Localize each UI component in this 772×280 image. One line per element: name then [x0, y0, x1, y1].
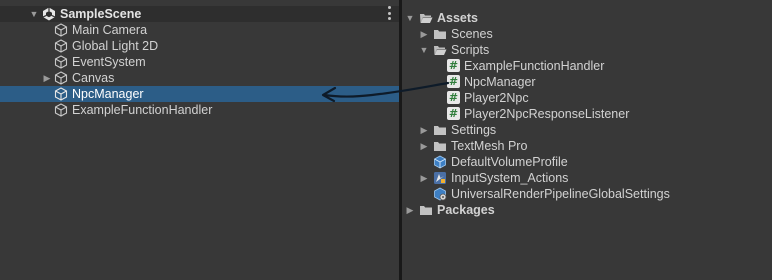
gameobject-cube-icon [54, 87, 68, 101]
chevron-right-icon[interactable]: ▶ [419, 141, 429, 151]
gameobject-cube-icon [54, 55, 68, 69]
folder-icon [434, 142, 446, 151]
folder-label: Scripts [451, 43, 490, 57]
folder-open-icon [420, 14, 433, 23]
hierarchy-item-label: NpcManager [72, 87, 144, 101]
scene-menu-icon[interactable] [387, 6, 391, 20]
folder-settings[interactable]: ▶ Settings [402, 122, 772, 138]
asset-urp-global-settings[interactable]: UniversalRenderPipelineGlobalSettings [402, 186, 772, 202]
hierarchy-item-main-camera[interactable]: Main Camera [0, 22, 399, 38]
gameobject-cube-icon [54, 71, 68, 85]
folder-packages[interactable]: ▶ Packages [402, 202, 772, 218]
asset-label: DefaultVolumeProfile [451, 155, 568, 169]
script-label: Player2NpcResponseListener [464, 107, 630, 121]
chevron-right-icon[interactable]: ▶ [419, 125, 429, 135]
input-actions-icon [434, 172, 446, 184]
asset-label: UniversalRenderPipelineGlobalSettings [451, 187, 670, 201]
csharp-script-icon: # [447, 59, 460, 72]
script-label: Player2Npc [464, 91, 529, 105]
volume-profile-icon [434, 155, 446, 169]
hierarchy-item-label: EventSystem [72, 55, 146, 69]
folder-textmesh-pro[interactable]: ▶ TextMesh Pro [402, 138, 772, 154]
script-example-function-handler[interactable]: # ExampleFunctionHandler [402, 58, 772, 74]
csharp-script-icon: # [447, 91, 460, 104]
script-npc-manager[interactable]: # NpcManager [402, 74, 772, 90]
folder-assets[interactable]: ▼ Assets [402, 10, 772, 26]
folder-open-icon [434, 46, 447, 55]
hierarchy-item-label: Canvas [72, 71, 115, 85]
folder-icon [434, 30, 446, 39]
project-panel: ▼ Assets ▶ Scenes ▼ Scripts # ExampleFun… [402, 0, 772, 280]
gameobject-cube-icon [54, 39, 68, 53]
hierarchy-item-global-light-2d[interactable]: Global Light 2D [0, 38, 399, 54]
hierarchy-item-event-system[interactable]: EventSystem [0, 54, 399, 70]
csharp-script-icon: # [447, 75, 460, 88]
chevron-right-icon[interactable]: ▶ [419, 29, 429, 39]
hierarchy-item-canvas[interactable]: ▶ Canvas [0, 70, 399, 86]
hierarchy-item-label: ExampleFunctionHandler [72, 103, 213, 117]
folder-icon [434, 126, 446, 135]
chevron-right-icon[interactable]: ▶ [419, 173, 429, 183]
hierarchy-item-npc-manager[interactable]: NpcManager [0, 86, 399, 102]
hierarchy-item-label: Main Camera [72, 23, 148, 37]
folder-label: TextMesh Pro [451, 139, 528, 153]
hierarchy-item-label: Global Light 2D [72, 39, 159, 53]
asset-label: InputSystem_Actions [451, 171, 569, 185]
script-player2npc-response-listener[interactable]: # Player2NpcResponseListener [402, 106, 772, 122]
chevron-down-icon[interactable]: ▼ [419, 45, 429, 55]
folder-label: Assets [437, 11, 478, 25]
csharp-script-icon: # [447, 107, 460, 120]
hierarchy-item-example-function-handler[interactable]: ExampleFunctionHandler [0, 102, 399, 118]
unity-scene-icon [42, 7, 56, 21]
asset-default-volume-profile[interactable]: DefaultVolumeProfile [402, 154, 772, 170]
script-player2npc[interactable]: # Player2Npc [402, 90, 772, 106]
folder-scenes[interactable]: ▶ Scenes [402, 26, 772, 42]
unity-editor: ▼ SampleScene Main Camera Global Light 2… [0, 0, 772, 280]
scene-row[interactable]: ▼ SampleScene [0, 6, 399, 22]
scene-name: SampleScene [60, 7, 142, 21]
script-label: ExampleFunctionHandler [464, 59, 605, 73]
gameobject-cube-icon [54, 23, 68, 37]
hierarchy-panel: ▼ SampleScene Main Camera Global Light 2… [0, 0, 399, 280]
chevron-right-icon[interactable]: ▶ [405, 205, 415, 215]
folder-label: Settings [451, 123, 497, 137]
folder-icon [420, 206, 432, 215]
folder-scripts[interactable]: ▼ Scripts [402, 42, 772, 58]
render-pipeline-settings-icon [434, 187, 447, 201]
script-label: NpcManager [464, 75, 536, 89]
chevron-down-icon[interactable]: ▼ [29, 9, 39, 19]
gameobject-cube-icon [54, 103, 68, 117]
folder-label: Scenes [451, 27, 493, 41]
asset-input-system-actions[interactable]: ▶ InputSystem_Actions [402, 170, 772, 186]
chevron-right-icon[interactable]: ▶ [42, 73, 52, 83]
chevron-down-icon[interactable]: ▼ [405, 13, 415, 23]
folder-label: Packages [437, 203, 495, 217]
